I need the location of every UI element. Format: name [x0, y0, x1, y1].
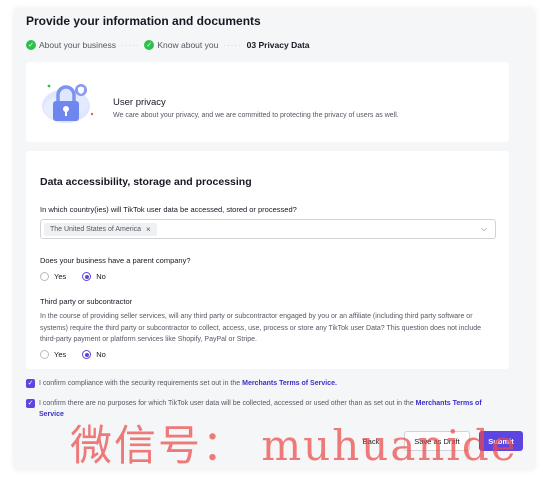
section-title: Data accessibility, storage and processi…: [40, 176, 252, 188]
radio-dot-selected: [82, 272, 92, 281]
confirmation-label: I confirm compliance with the security r…: [39, 380, 241, 387]
radio-label: Yes: [54, 350, 67, 359]
step-label: About your business: [39, 40, 117, 50]
chevron-down-icon[interactable]: ⌵: [481, 224, 487, 234]
privacy-title: User privacy: [113, 97, 166, 108]
terms-link[interactable]: Merchants Terms of Service.: [242, 380, 337, 387]
step-label: 03 Privacy Data: [246, 40, 310, 50]
privacy-card: User privacy We care about your privacy,…: [26, 62, 509, 142]
page-title: Provide your information and documents: [26, 14, 261, 28]
third-party-radio-group: Yes No: [40, 350, 122, 359]
third-party-description: In the course of providing seller servic…: [40, 313, 482, 343]
radio-dot-selected: [82, 350, 92, 359]
parent-no-radio[interactable]: No: [82, 272, 106, 281]
radio-label: No: [96, 350, 106, 359]
privacy-description: We care about your privacy, and we are c…: [113, 112, 399, 119]
radio-dot: [40, 272, 49, 281]
checkbox-checked[interactable]: ✓: [26, 379, 35, 388]
step-about-business[interactable]: ✓ About your business: [26, 40, 116, 50]
third-party-question: Third party or subcontractor: [40, 297, 133, 306]
parent-yes-radio[interactable]: Yes: [40, 272, 66, 281]
step-divider: ·····: [121, 40, 140, 50]
country-question: In which country(ies) will TikTok user d…: [40, 205, 297, 214]
parent-company-question: Does your business have a parent company…: [40, 256, 191, 265]
radio-label: Yes: [54, 272, 67, 281]
radio-label: No: [96, 272, 106, 281]
radio-dot: [40, 350, 49, 359]
third-party-yes-radio[interactable]: Yes: [40, 350, 66, 359]
country-tag-label: The United States of America: [50, 226, 142, 233]
security-confirmation: ✓ I confirm compliance with the security…: [26, 378, 506, 389]
stepper: ✓ About your business ····· ✓ Know about…: [26, 40, 310, 50]
confirmation-text: I confirm compliance with the security r…: [39, 378, 337, 389]
step-privacy-data[interactable]: 03 Privacy Data: [247, 40, 310, 50]
step-label: Know about you: [157, 40, 219, 50]
parent-company-radio-group: Yes No: [40, 272, 122, 281]
confirmation-label: I confirm there are no purposes for whic…: [39, 400, 414, 407]
check-icon: ✓: [144, 40, 155, 50]
country-select[interactable]: The United States of America × ⌵: [40, 219, 496, 239]
privacy-lock-illustration: [42, 84, 94, 123]
country-tag: The United States of America ×: [44, 223, 157, 236]
check-icon: ✓: [26, 40, 36, 50]
step-know-about-you[interactable]: ✓ Know about you: [144, 40, 218, 50]
third-party-no-radio[interactable]: No: [82, 350, 106, 359]
watermark: 微信号： muhuanide: [70, 421, 518, 470]
remove-tag-icon[interactable]: ×: [146, 225, 151, 234]
step-divider: ·····: [223, 40, 242, 50]
data-section-card: Data accessibility, storage and processi…: [26, 151, 509, 369]
checkbox-checked[interactable]: ✓: [26, 399, 35, 408]
